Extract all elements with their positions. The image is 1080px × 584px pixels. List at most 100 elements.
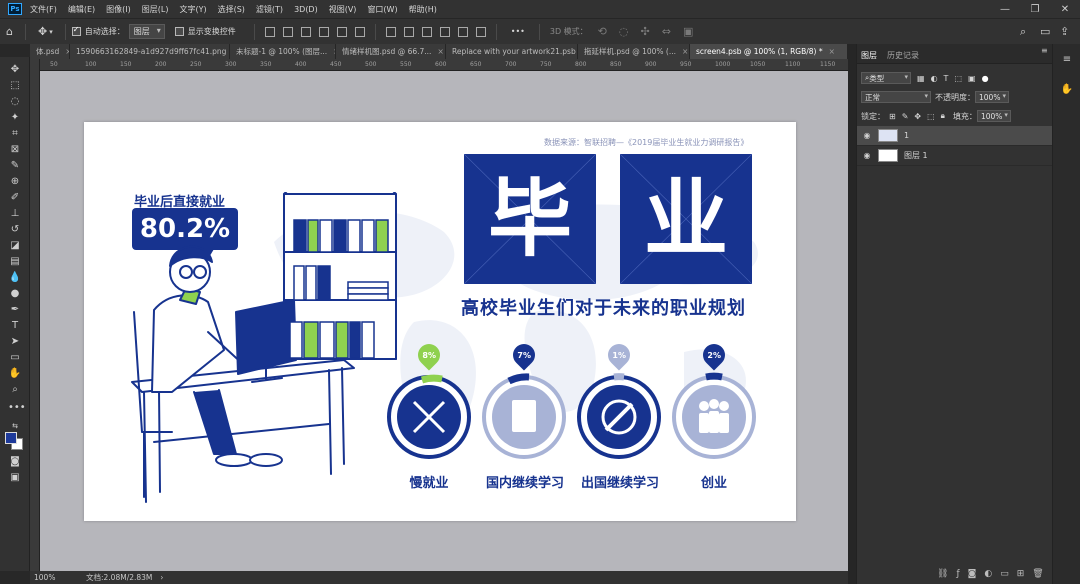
more-options-button[interactable]: ••• — [511, 27, 525, 36]
fill-input[interactable]: 100% — [976, 110, 1011, 122]
path-select-icon[interactable]: ➤ — [8, 335, 22, 349]
share-icon[interactable]: ⇪ — [1060, 25, 1069, 38]
minimize-button[interactable]: — — [990, 0, 1020, 18]
new-layer-icon[interactable]: ⊞ — [1017, 569, 1025, 579]
opacity-input[interactable]: 100% — [975, 91, 1009, 103]
menu-window[interactable]: 窗口(W) — [367, 4, 397, 15]
lock-all-icon[interactable]: 🔒︎ — [941, 111, 945, 121]
3d-rotate-icon[interactable]: ⟲ — [598, 25, 607, 38]
eye-icon[interactable]: ◉ — [860, 151, 874, 160]
distribute-vcenter-icon[interactable] — [403, 26, 414, 37]
align-vcenter-icon[interactable] — [336, 26, 347, 37]
distribute-left-icon[interactable] — [439, 26, 450, 37]
layer-row[interactable]: ◉ 图层 1 — [857, 146, 1053, 166]
close-icon[interactable]: × — [829, 47, 835, 56]
filter-shape-icon[interactable]: ⬚ — [954, 74, 962, 83]
magic-wand-icon[interactable]: ✦ — [8, 111, 22, 125]
canvas-area[interactable]: 数据来源：智联招聘—《2019届毕业生就业力调研报告》 毕 业 高校毕业生们对于… — [40, 71, 848, 571]
zoom-tool-icon[interactable]: ⌕ — [8, 383, 22, 397]
tab-document-5[interactable]: Replace with your artwork21.psb× — [446, 44, 578, 59]
tab-document-2[interactable]: 1590663162849-a1d927d9ff67fc41.png× — [70, 44, 230, 59]
hand-tool-icon[interactable]: ✋ — [8, 367, 22, 381]
tab-document-active[interactable]: screen4.psb @ 100% (1, RGB/8) * × — [690, 44, 848, 59]
tab-history[interactable]: 历史记录 — [887, 50, 919, 61]
layer-style-icon[interactable]: ƒ — [956, 569, 959, 579]
blend-mode-dropdown[interactable]: 正常 — [861, 91, 931, 103]
vertical-ruler[interactable] — [30, 59, 40, 571]
marquee-tool-icon[interactable]: ⬚ — [8, 79, 22, 93]
3d-slide-icon[interactable]: ⇔ — [662, 25, 671, 38]
distribute-top-icon[interactable] — [385, 26, 396, 37]
close-button[interactable]: ✕ — [1050, 0, 1080, 18]
show-transform-checkbox[interactable] — [174, 27, 184, 36]
lasso-tool-icon[interactable]: ◌ — [8, 95, 22, 109]
type-tool-icon[interactable]: T — [8, 319, 22, 333]
lock-pixels-icon[interactable]: ✎ — [902, 112, 909, 121]
close-icon[interactable]: × — [682, 47, 688, 56]
brush-tool-icon[interactable]: ✐ — [8, 191, 22, 205]
menu-file[interactable]: 文件(F) — [30, 4, 57, 15]
lock-artboard-icon[interactable]: ⬚ — [927, 112, 935, 121]
3d-pan-icon[interactable]: ✣ — [641, 25, 650, 38]
3d-roll-icon[interactable]: ◌ — [619, 25, 629, 38]
move-tool-icon[interactable]: ✥ — [8, 63, 22, 77]
menu-help[interactable]: 帮助(H) — [409, 4, 437, 15]
history-brush-icon[interactable]: ↺ — [8, 223, 22, 237]
new-group-icon[interactable]: ▭ — [1000, 569, 1009, 579]
search-icon[interactable]: ⌕ — [1020, 25, 1026, 39]
quick-mask-icon[interactable]: ◙ — [8, 455, 22, 469]
link-layers-icon[interactable]: ⛓ — [937, 569, 948, 579]
close-icon[interactable]: × — [437, 47, 443, 56]
swap-colors-icon[interactable]: ⇆ — [8, 419, 22, 433]
crop-tool-icon[interactable]: ⌗ — [8, 127, 22, 141]
gradient-tool-icon[interactable]: ▤ — [8, 255, 22, 269]
3d-scale-icon[interactable]: ▣ — [683, 25, 693, 38]
screen-mode-icon[interactable]: ▣ — [8, 471, 22, 485]
align-bottom-icon[interactable] — [354, 26, 365, 37]
menu-select[interactable]: 选择(S) — [218, 4, 245, 15]
eye-icon[interactable]: ◉ — [860, 131, 874, 140]
shape-tool-icon[interactable]: ▭ — [8, 351, 22, 365]
status-arrow[interactable]: › — [160, 573, 163, 582]
frame-tool-icon[interactable]: ⊠ — [8, 143, 22, 157]
workspace-icon[interactable]: ▭ — [1040, 25, 1050, 38]
chevron-down-icon[interactable]: ▾ — [49, 28, 53, 36]
menu-3d[interactable]: 3D(D) — [294, 5, 318, 14]
panel-collapse-strip[interactable] — [848, 44, 856, 584]
healing-brush-icon[interactable]: ⊕ — [8, 175, 22, 189]
menu-view[interactable]: 视图(V) — [329, 4, 357, 15]
align-hcenter-icon[interactable] — [282, 26, 293, 37]
learn-panel-icon[interactable]: ✋ — [1060, 84, 1074, 98]
menu-edit[interactable]: 编辑(E) — [68, 4, 95, 15]
more-tools-icon[interactable]: ••• — [8, 401, 26, 415]
dodge-tool-icon[interactable]: ● — [8, 287, 22, 301]
panel-menu-icon[interactable]: ≡ — [1060, 54, 1074, 68]
tab-layers[interactable]: 图层 — [861, 50, 877, 61]
filter-toggle-icon[interactable]: ● — [982, 74, 989, 83]
maximize-button[interactable]: ❐ — [1020, 0, 1050, 18]
menu-layer[interactable]: 图层(L) — [142, 4, 169, 15]
pen-tool-icon[interactable]: ✒ — [8, 303, 22, 317]
eyedropper-icon[interactable]: ✎ — [8, 159, 22, 173]
home-icon[interactable]: ⌂ — [6, 25, 13, 38]
eraser-tool-icon[interactable]: ◪ — [8, 239, 22, 253]
foreground-color-swatch[interactable] — [5, 432, 17, 444]
menu-filter[interactable]: 滤镜(T) — [256, 4, 283, 15]
filter-pixel-icon[interactable]: ▦ — [917, 74, 925, 83]
auto-select-dropdown[interactable]: 图层 — [128, 24, 165, 39]
filter-smart-icon[interactable]: ▣ — [968, 74, 976, 83]
menu-image[interactable]: 图像(I) — [106, 4, 131, 15]
distribute-right-icon[interactable] — [475, 26, 486, 37]
tab-document-1[interactable]: 体.psd× — [30, 44, 70, 59]
tab-document-4[interactable]: 情绪样机图.psd @ 66.7... × — [336, 44, 446, 59]
distribute-bottom-icon[interactable] — [421, 26, 432, 37]
stamp-tool-icon[interactable]: ⊥ — [8, 207, 22, 221]
layer-filter-dropdown[interactable]: ⌕ 类型 — [861, 72, 911, 84]
lock-transparent-icon[interactable]: ⊞ — [889, 112, 896, 121]
align-right-icon[interactable] — [300, 26, 311, 37]
menu-type[interactable]: 文字(Y) — [179, 4, 206, 15]
filter-adjustment-icon[interactable]: ◐ — [931, 74, 938, 83]
filter-type-icon[interactable]: T — [944, 74, 949, 83]
blur-tool-icon[interactable]: 💧 — [8, 271, 22, 285]
tab-document-3[interactable]: 未标题-1 @ 100% (图层...× — [230, 44, 336, 59]
